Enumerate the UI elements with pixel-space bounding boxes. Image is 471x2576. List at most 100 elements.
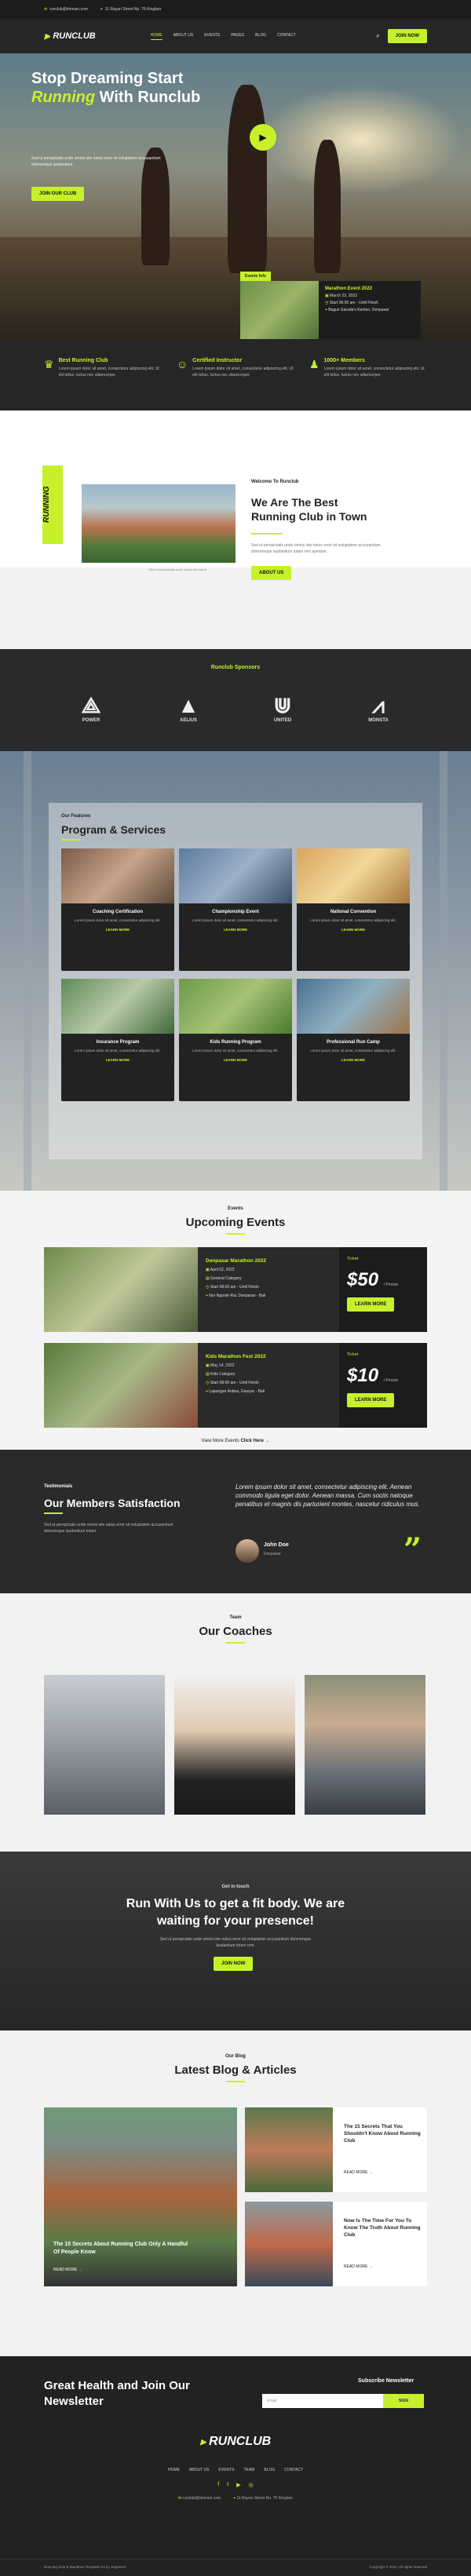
blog-main-card[interactable]: The 15 Secrets About Running Club Only A…: [44, 2107, 237, 2286]
blog-photo: [245, 2107, 333, 2192]
nav-contact[interactable]: CONTACT: [277, 33, 296, 40]
footer-logo[interactable]: ⫸ RUNCLUB: [200, 2435, 271, 2449]
nav-blog[interactable]: BLOG: [255, 33, 266, 40]
monsta-logo-icon: ⩘: [372, 693, 385, 717]
facebook-icon[interactable]: f: [217, 2482, 219, 2488]
event-info-card[interactable]: Events Info Marathon Event 2022 ▣ March …: [240, 272, 421, 339]
event-card-place: Bagus Garuda's Kenten, Denpasar: [328, 308, 389, 312]
learn-more-link[interactable]: LEARN MORE: [61, 928, 174, 932]
location-icon: ⌖: [206, 1389, 208, 1394]
trophy-icon: ♛: [44, 358, 54, 370]
footer-link[interactable]: HOME: [168, 2468, 180, 2472]
cta-section: Get in touch Run With Us to get a fit bo…: [0, 1852, 471, 2031]
subscribe-button[interactable]: SIGN: [383, 2394, 424, 2408]
feature-item: ♛ Best Running Club Lorem ipsum dolor sit …: [44, 358, 162, 410]
divider: [44, 1512, 63, 1514]
event-learn-more-button[interactable]: LEARN MORE: [347, 1297, 395, 1312]
program-card[interactable]: Kids Running Program Lorem ipsum dolor si…: [179, 979, 292, 1101]
blog-side-card[interactable]: Now Is The Time For You To Know The Trut…: [245, 2202, 427, 2286]
program-title: Program & Services: [61, 823, 166, 836]
category-icon: ▤: [206, 1372, 210, 1377]
divider: [61, 839, 80, 841]
about-desc: Sed ut perspiciatis unde omnis iste natu…: [251, 543, 381, 554]
united-logo-icon: ⋓: [273, 693, 292, 717]
instagram-icon[interactable]: ◎: [249, 2482, 254, 2488]
join-now-button[interactable]: JOIN NOW: [387, 29, 427, 43]
youtube-icon[interactable]: ▶: [236, 2482, 240, 2488]
learn-more-link[interactable]: LEARN MORE: [297, 1058, 410, 1062]
testimonials-desc: Sed ut perspiciatis unde omnis iste natu…: [44, 1523, 173, 1534]
event-title: Denpasar Marathon 2022: [206, 1258, 266, 1264]
logo-mark-icon: ⫸: [199, 2436, 206, 2447]
event-row[interactable]: Denpasar Marathon 2022 ▣ April 02, 2022 …: [44, 1247, 427, 1332]
sponsor-logo[interactable]: ⋓ UNITED: [259, 693, 306, 723]
footer-link[interactable]: TEAM: [243, 2468, 254, 2472]
learn-more-link[interactable]: LEARN MORE: [179, 928, 292, 932]
learn-more-link[interactable]: LEARN MORE: [297, 928, 410, 932]
events-title: Upcoming Events: [185, 1216, 286, 1229]
program-card[interactable]: National Convention Lorem ipsum dolor sit…: [297, 848, 410, 971]
blog-main-title[interactable]: The 15 Secrets About Running Club Only A…: [53, 2241, 195, 2257]
footer-link[interactable]: ABOUT US: [189, 2468, 209, 2472]
blog-side-title[interactable]: Now Is The Time For You To Know The Trut…: [344, 2217, 422, 2238]
sponsor-logo[interactable]: ▲ AELIUS: [165, 693, 212, 723]
features-strip: ♛ Best Running Club Lorem ipsum dolor sit …: [0, 339, 471, 410]
read-more-link[interactable]: READ MORE →: [344, 2264, 373, 2269]
program-photo: [179, 979, 292, 1034]
join-club-button[interactable]: JOIN OUR CLUB: [31, 187, 85, 201]
cta-join-button[interactable]: JOIN NOW: [214, 1957, 254, 1971]
divider: [226, 1233, 245, 1235]
nav-events[interactable]: EVENTS: [204, 33, 220, 40]
topbar-email[interactable]: runclub@domain.com: [49, 7, 88, 12]
upcoming-events-section: Events Upcoming Events Denpasar Marathon…: [0, 1191, 471, 1489]
read-more-link[interactable]: READ MORE →: [53, 2268, 82, 2272]
hero: Stop Dreaming Start Running With Runclub…: [0, 53, 471, 339]
testimonial-name: John Doe: [264, 1542, 289, 1548]
learn-more-link[interactable]: LEARN MORE: [179, 1058, 292, 1062]
footer: Great Health and Join Our Newsletter Sub…: [0, 2356, 471, 2576]
blog-side-title[interactable]: The 15 Secrets That You Shouldn't Know A…: [344, 2123, 422, 2144]
nav-pages[interactable]: PAGES: [231, 33, 244, 40]
program-subtitle: Our Features: [61, 814, 91, 819]
program-card[interactable]: Coaching Certification Lorem ipsum dolor …: [61, 848, 174, 971]
footer-menu: HOME ABOUT US EVENTS TEAM BLOG CONTACT: [0, 2468, 471, 2472]
subscribe-label: Subscribe Newsletter: [358, 2378, 414, 2384]
play-video-icon[interactable]: ▶: [250, 124, 276, 151]
category-icon: ▤: [206, 1276, 210, 1281]
sponsor-logo[interactable]: ⩘ MONSTA: [355, 693, 402, 723]
footer-link[interactable]: CONTACT: [284, 2468, 303, 2472]
hero-desc: Sed ut perspiciatis unde omnis iste natu…: [31, 156, 161, 167]
search-icon[interactable]: ⌕: [376, 32, 379, 40]
coach-photo[interactable]: [305, 1675, 425, 1815]
coach-photo[interactable]: [44, 1675, 165, 1815]
logo[interactable]: ⫸ RUNCLUB: [44, 30, 96, 42]
learn-more-link[interactable]: LEARN MORE: [61, 1058, 174, 1062]
nav-about[interactable]: ABOUT US: [173, 33, 193, 40]
testimonials-title: Our Members Satisfaction: [44, 1497, 181, 1509]
event-info-tag: Events Info: [240, 272, 271, 281]
footer-bottom: Running Club & Marathon Template Kit by …: [0, 2559, 471, 2576]
program-card[interactable]: Insurance Program Lorem ipsum dolor sit a…: [61, 979, 174, 1101]
footer-link[interactable]: BLOG: [264, 2468, 275, 2472]
coach-photo[interactable]: [174, 1675, 295, 1815]
event-row[interactable]: Kids Marathon Fest 2022 ▣ May 14, 2022 ▤…: [44, 1343, 427, 1428]
event-card-title: Marathon Event 2022: [325, 286, 373, 291]
location-icon: ⌖: [100, 7, 103, 12]
footer-link[interactable]: EVENTS: [218, 2468, 234, 2472]
about-us-button[interactable]: ABOUT US: [251, 566, 292, 580]
instructor-icon: ☺: [177, 358, 188, 370]
twitter-icon[interactable]: t: [227, 2482, 228, 2488]
click-here-link[interactable]: Click Here: [240, 1439, 263, 1443]
read-more-link[interactable]: READ MORE →: [344, 2170, 373, 2175]
program-card[interactable]: Championship Event Lorem ipsum dolor sit …: [179, 848, 292, 971]
logo-mark-icon: ⫸: [44, 30, 50, 42]
program-photo: [61, 979, 174, 1034]
event-photo: [44, 1343, 198, 1428]
event-photo: Events Info: [240, 272, 319, 339]
program-card[interactable]: Professional Run Camp Lorem ipsum dolor s…: [297, 979, 410, 1101]
blog-side-card[interactable]: The 15 Secrets That You Shouldn't Know A…: [245, 2107, 427, 2192]
nav-home[interactable]: HOME: [150, 33, 162, 40]
program-photo: [297, 848, 410, 903]
event-learn-more-button[interactable]: LEARN MORE: [347, 1393, 395, 1407]
sponsor-logo[interactable]: ⟁ POWER: [68, 693, 115, 723]
